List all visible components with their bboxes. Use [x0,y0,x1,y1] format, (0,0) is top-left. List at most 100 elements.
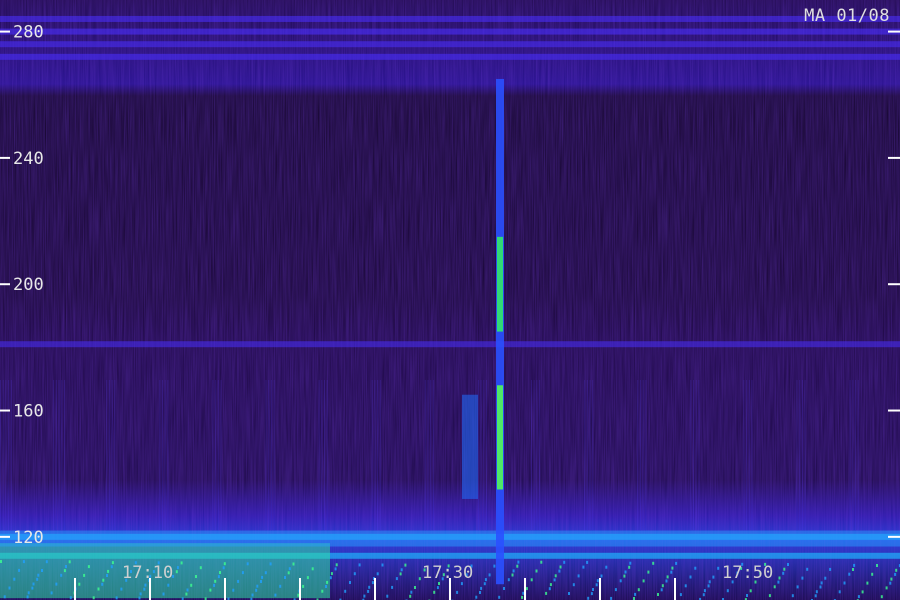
noise-speck [843,581,846,585]
noise-speck [619,579,622,583]
noise-speck [63,569,66,573]
vertical-striation [379,380,381,530]
noise-speck [665,579,668,583]
noise-speck [857,595,860,599]
noise-speck [260,580,262,583]
noise-speck [199,566,202,570]
vertical-striation [326,380,328,530]
noise-speck [535,569,538,573]
noise-speck [871,572,874,576]
noise-speck [223,562,226,566]
noise-speck [694,566,697,570]
vertical-striation [324,380,325,530]
noise-speck [302,584,305,588]
noise-speck [553,578,556,582]
noise-speck [814,594,817,598]
vertical-striation [849,380,851,530]
vertical-striation [857,380,859,530]
y-tick-label: 280 [13,23,44,43]
noise-speck [232,588,235,592]
noise-speck [139,592,142,596]
noise-speck [480,586,483,590]
vertical-striation [852,380,854,530]
vertical-striation [114,380,116,530]
vertical-striation [533,380,535,530]
noise-speck [592,588,594,591]
noise-speck [219,571,221,574]
noise-speck [702,593,705,597]
vertical-striation [374,380,376,530]
noise-speck [783,567,786,571]
noise-speck [330,572,333,576]
noise-speck [27,591,30,595]
vertical-striation [212,380,214,530]
vertical-striation [164,380,166,530]
noise-speck [45,560,48,564]
noise-speck [143,587,146,591]
noise-speck [596,579,599,583]
noise-speck [87,565,90,569]
noise-speck [666,575,669,579]
noise-speck [102,578,105,582]
noise-speck [176,566,179,570]
noise-speck [391,585,394,589]
noise-speck [503,587,505,590]
noise-speck [37,573,40,577]
vertical-striation [804,380,806,530]
vertical-striation [58,380,60,530]
noise-speck [195,575,197,578]
noise-speck [475,595,478,599]
noise-speck [69,596,72,600]
noise-speck [563,560,566,564]
noise-speck [806,567,809,571]
noise-speck [590,592,593,596]
vertical-striation [159,380,161,530]
vertical-striation [536,380,538,530]
noise-speck [885,586,888,590]
noise-speck [554,574,557,578]
noise-speck [894,572,897,576]
noise-speck [582,565,585,569]
vertical-striation [695,380,697,530]
noise-speck [13,577,16,581]
noise-speck [586,560,589,564]
noise-speck [610,596,613,600]
noise-speck [595,583,598,587]
noise-speck [498,595,501,599]
noise-speck [548,587,551,591]
vertical-striation [10,380,12,530]
noise-speck [414,586,416,589]
vertical-striation [743,380,745,530]
noise-speck [410,590,413,594]
noise-speck [0,560,2,563]
noise-speck [292,562,295,566]
vertical-striation [589,380,591,530]
horizontal-band [0,53,900,60]
noise-speck [261,575,264,579]
noise-speck [572,583,575,587]
noise-speck [111,561,114,565]
noise-speck [284,576,286,579]
noise-speck [386,594,389,598]
noise-speck [511,573,514,577]
noise-speck [634,592,637,596]
noise-speck [815,590,818,594]
noise-speck [484,578,487,582]
noise-speck [335,563,338,567]
noise-speck [652,561,655,565]
vertical-striation [584,380,586,530]
vertical-striation [268,380,270,530]
noise-speck [773,585,776,589]
noise-speck [530,578,533,582]
noise-speck [185,592,188,596]
vertical-striation [539,380,541,530]
noise-speck [186,588,189,592]
low-freq-band [0,530,900,547]
noise-speck [190,583,193,587]
vertical-striation [371,380,373,530]
noise-speck [418,577,421,581]
noise-speck [175,570,178,574]
vertical-striation [424,380,426,530]
noise-speck [778,576,781,580]
noise-speck [568,592,570,595]
